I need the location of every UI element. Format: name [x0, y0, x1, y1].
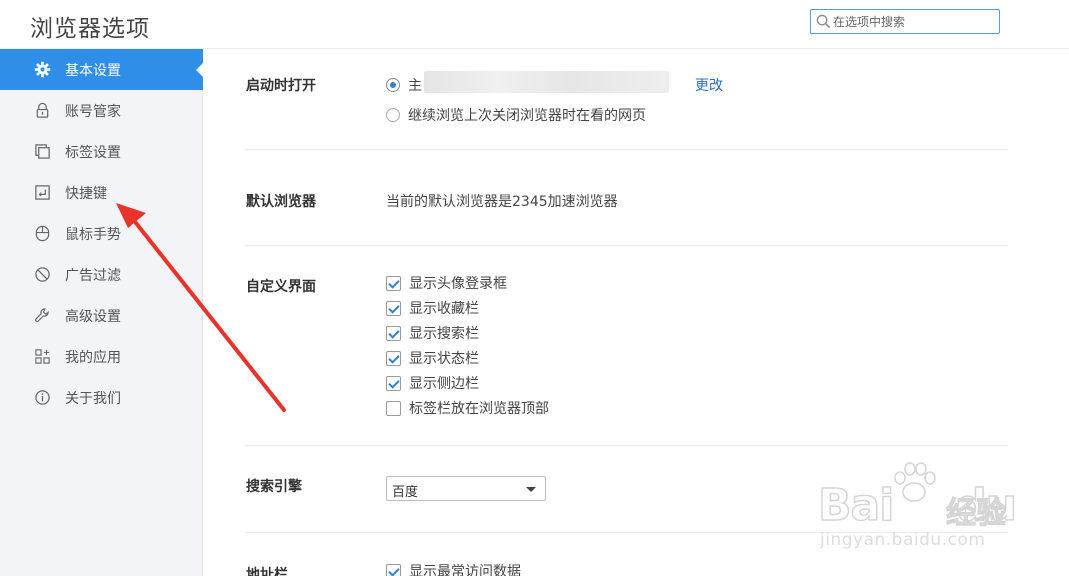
divider [245, 445, 1007, 446]
checkbox-label: 显示收藏栏 [409, 301, 479, 317]
sidebar-item-label: 广告过滤 [65, 268, 121, 284]
address-bar-label: 地址栏 [246, 567, 288, 576]
startup-homepage-label: 主 [408, 78, 422, 94]
page-title: 浏览器选项 [30, 16, 150, 42]
sidebar-item-label: 高级设置 [65, 309, 121, 325]
checkbox-label: 显示最常访问数据 [409, 564, 521, 576]
search-engine-select[interactable]: 百度 [386, 476, 546, 501]
startup-homepage-option[interactable]: 主 [386, 75, 422, 95]
sidebar-item-account-manager[interactable]: 账号管家 [0, 90, 203, 131]
checkbox-label: 标签栏放在浏览器顶部 [409, 401, 549, 417]
gear-icon [34, 61, 51, 78]
header: 浏览器选项 [0, 0, 1069, 49]
default-browser-text: 当前的默认浏览器是2345加速浏览器 [386, 194, 618, 210]
checkbox-label: 显示状态栏 [409, 351, 479, 367]
divider [245, 149, 1007, 150]
startup-continue-label: 继续浏览上次关闭浏览器时在看的网页 [408, 108, 646, 124]
info-icon [35, 390, 50, 405]
search-input[interactable] [833, 13, 993, 31]
checkbox[interactable] [386, 375, 401, 391]
custom-ui-option[interactable]: 标签栏放在浏览器顶部 [386, 399, 549, 417]
checkbox[interactable] [386, 350, 401, 366]
sidebar-item-label: 基本设置 [65, 63, 121, 79]
tabs-icon [35, 144, 50, 159]
custom-ui-option[interactable]: 显示状态栏 [386, 349, 479, 367]
blurred-homepage-url [424, 71, 669, 93]
checkbox[interactable] [386, 325, 401, 341]
checkbox[interactable] [386, 563, 401, 576]
change-homepage-link[interactable]: 更改 [695, 75, 723, 95]
sidebar-item-mouse-gestures[interactable]: 鼠标手势 [0, 213, 203, 254]
settings-content: 启动时打开 主 更改 继续浏览上次关闭浏览器时在看的网页 默认浏览器 当前的默认… [204, 49, 1069, 576]
sidebar-item-advanced-settings[interactable]: 高级设置 [0, 295, 203, 336]
lock-icon [36, 102, 49, 118]
sidebar-item-label: 关于我们 [65, 391, 121, 407]
checkbox[interactable] [386, 300, 401, 316]
startup-label: 启动时打开 [246, 78, 316, 94]
chevron-down-icon [526, 487, 536, 492]
sidebar: 基本设置 账号管家 标签设置 快捷键 鼠标手势 广告过滤 高级设置 我的应用 关… [0, 49, 203, 576]
custom-ui-option[interactable]: 显示搜索栏 [386, 324, 479, 342]
checkbox-label: 显示头像登录框 [409, 276, 507, 292]
sidebar-item-label: 我的应用 [65, 350, 121, 366]
block-icon [35, 267, 50, 282]
divider [245, 532, 1007, 533]
startup-homepage-radio[interactable] [386, 78, 400, 92]
sidebar-item-about-us[interactable]: 关于我们 [0, 377, 203, 418]
mouse-icon [35, 225, 50, 242]
apps-icon [35, 349, 50, 364]
divider [245, 245, 1007, 246]
search-box[interactable] [810, 9, 1000, 34]
custom-ui-option[interactable]: 显示头像登录框 [386, 274, 507, 292]
checkbox[interactable] [386, 275, 401, 291]
sidebar-item-label: 快捷键 [65, 186, 107, 202]
custom-ui-option[interactable]: 显示收藏栏 [386, 299, 479, 317]
keyboard-icon [35, 185, 50, 200]
sidebar-item-label: 鼠标手势 [65, 227, 121, 243]
sidebar-item-tab-settings[interactable]: 标签设置 [0, 131, 203, 172]
custom-ui-label: 自定义界面 [246, 279, 316, 295]
startup-continue-radio[interactable] [386, 108, 400, 122]
search-engine-value: 百度 [392, 485, 419, 500]
sidebar-item-ad-filter[interactable]: 广告过滤 [0, 254, 203, 295]
checkbox-label: 显示侧边栏 [409, 376, 479, 392]
sidebar-item-basic-settings[interactable]: 基本设置 [0, 49, 203, 90]
search-engine-label: 搜索引擎 [246, 479, 302, 495]
sidebar-item-my-apps[interactable]: 我的应用 [0, 336, 203, 377]
checkbox[interactable] [386, 400, 401, 416]
sidebar-item-label: 标签设置 [65, 145, 121, 161]
wrench-icon [35, 308, 49, 322]
custom-ui-option[interactable]: 显示侧边栏 [386, 374, 479, 392]
default-browser-label: 默认浏览器 [246, 194, 316, 210]
sidebar-item-shortcuts[interactable]: 快捷键 [0, 172, 203, 213]
startup-continue-option[interactable]: 继续浏览上次关闭浏览器时在看的网页 [386, 105, 646, 125]
address-bar-option[interactable]: 显示最常访问数据 [386, 562, 521, 576]
checkbox-label: 显示搜索栏 [409, 326, 479, 342]
sidebar-item-label: 账号管家 [65, 104, 121, 120]
search-icon [816, 14, 831, 29]
